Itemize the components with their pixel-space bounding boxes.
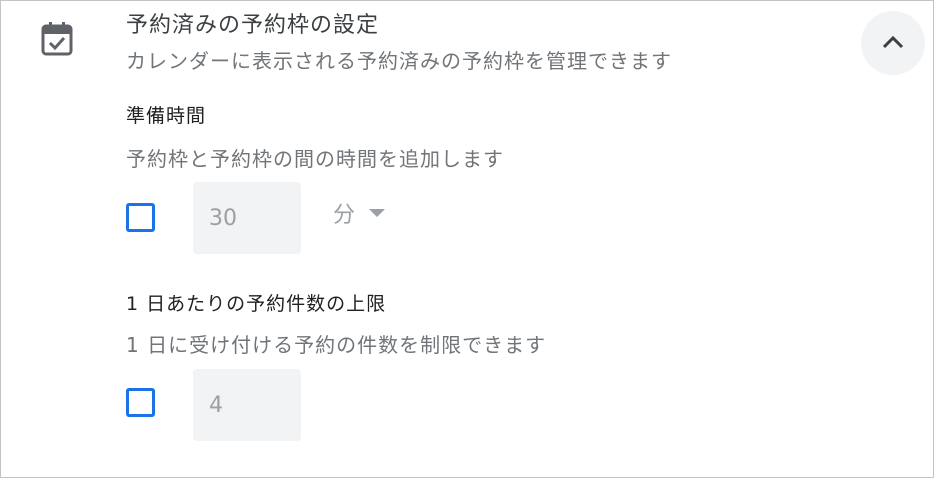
daily-limit-input[interactable]: 4 (193, 369, 301, 441)
daily-limit-checkbox[interactable] (126, 388, 155, 417)
buffer-time-checkbox[interactable] (126, 203, 155, 232)
buffer-time-unit-label: 分 (333, 203, 356, 228)
buffer-time-unit-select[interactable]: 分 (333, 197, 386, 229)
daily-limit-title: 1 日あたりの予約件数の上限 (126, 293, 387, 315)
page-title: 予約済みの予約枠の設定 (126, 13, 380, 38)
calendar-check-icon (41, 22, 73, 56)
dropdown-caret-icon (369, 209, 386, 217)
buffer-time-description: 予約枠と予約枠の間の時間を追加します (126, 147, 504, 171)
page-subtitle: カレンダーに表示される予約済みの予約枠を管理できます (126, 49, 672, 73)
booked-slots-settings-panel: 予約済みの予約枠の設定 カレンダーに表示される予約済みの予約枠を管理できます 準… (0, 0, 934, 478)
chevron-up-icon (882, 34, 904, 53)
daily-limit-description: 1 日に受け付ける予約の件数を制限できます (126, 333, 547, 357)
buffer-time-title: 準備時間 (126, 105, 207, 127)
collapse-button[interactable] (861, 11, 925, 75)
buffer-time-input[interactable]: 30 (193, 182, 301, 254)
